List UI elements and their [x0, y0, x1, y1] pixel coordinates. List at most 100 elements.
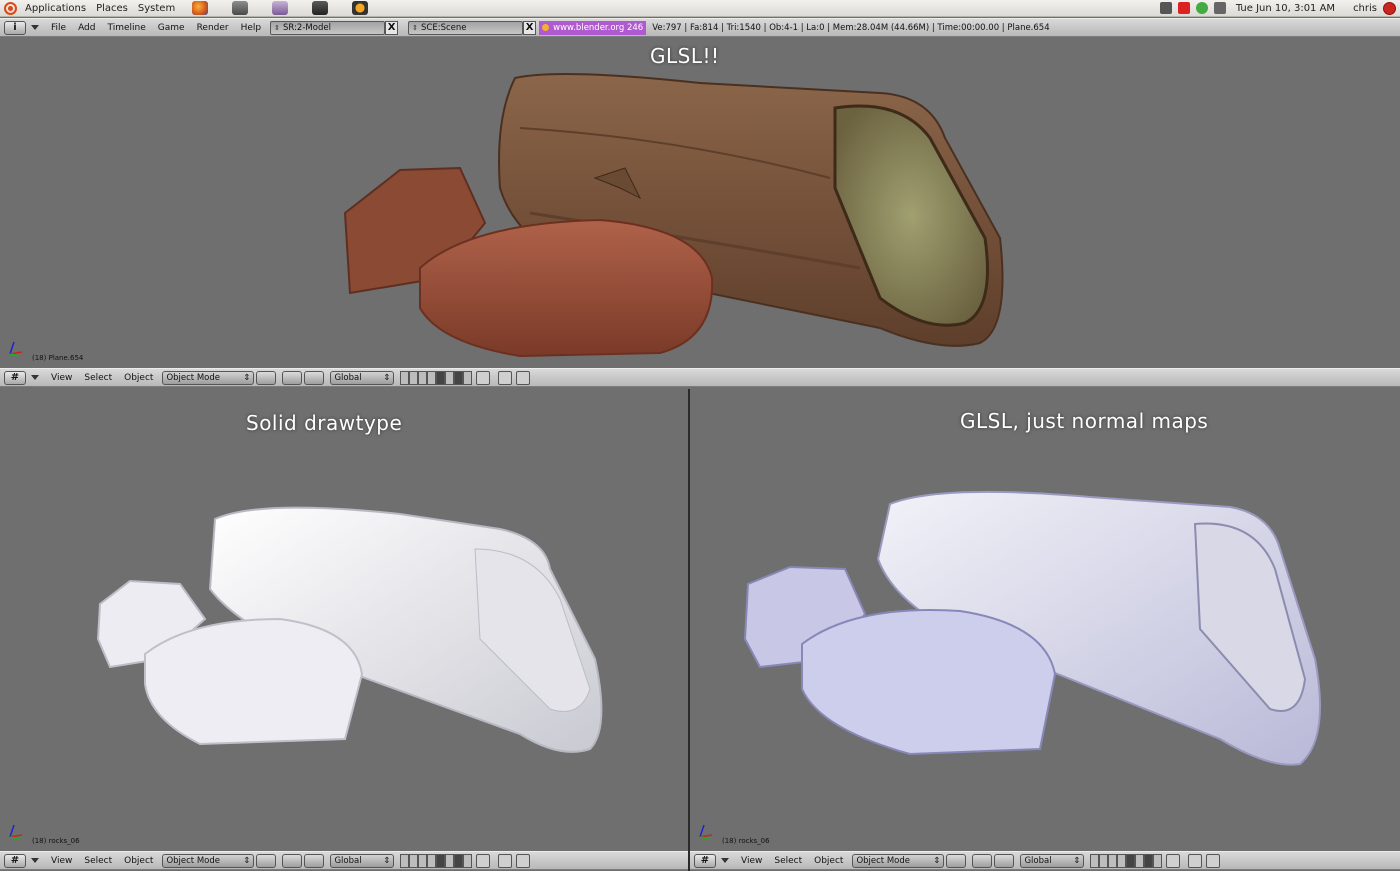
- updown-arrows-icon: ⇕: [243, 372, 251, 383]
- view3d-editor-type-button[interactable]: #: [4, 370, 26, 385]
- menu-select[interactable]: Select: [78, 856, 118, 866]
- object-mode-dropdown[interactable]: Object Mode ⇕: [162, 370, 255, 385]
- layer-buttons[interactable]: [400, 853, 473, 868]
- viewport-bottom-right-normal[interactable]: GLSL, just normal maps (18) rocks_06: [690, 389, 1400, 851]
- axis-gizmo-icon: [9, 341, 23, 357]
- object-mode-dropdown[interactable]: Object Mode ⇕: [162, 853, 255, 868]
- opengl-render-icon[interactable]: [498, 853, 513, 868]
- menu-view[interactable]: View: [45, 856, 78, 866]
- draw-type-button[interactable]: [256, 853, 277, 868]
- opengl-render-icon[interactable]: [1188, 853, 1203, 868]
- pidgin-launcher-icon[interactable]: [272, 1, 289, 15]
- orientation-label: Global: [334, 372, 362, 383]
- panel-user[interactable]: chris: [1353, 3, 1377, 14]
- delete-scene-button[interactable]: X: [523, 20, 537, 35]
- menu-timeline[interactable]: Timeline: [102, 23, 152, 33]
- display-icon[interactable]: [1213, 2, 1226, 14]
- axis-gizmo-icon: [9, 824, 23, 840]
- screen-name: SR:2-Model: [283, 22, 331, 33]
- normal-map-render-svg: [743, 490, 1321, 766]
- updown-arrows-icon: ⇕: [274, 23, 281, 32]
- menu-object[interactable]: Object: [118, 856, 159, 866]
- manipulator-button[interactable]: [304, 853, 325, 868]
- menu-view[interactable]: View: [45, 373, 78, 383]
- lock-icon[interactable]: [476, 370, 491, 385]
- view3d-header-bottom-right: # View Select Object Object Mode ⇕ Global…: [690, 851, 1400, 870]
- solid-render-svg: [96, 506, 603, 753]
- scene-selector[interactable]: ⇕ SCE:Scene: [408, 20, 524, 35]
- layer-buttons[interactable]: [400, 370, 473, 385]
- updown-arrows-icon: ⇕: [243, 855, 251, 866]
- blender-web-link[interactable]: www.blender.org 246: [539, 20, 647, 35]
- view3d-editor-type-button[interactable]: #: [4, 853, 26, 868]
- web-link-text: www.blender.org 246: [553, 22, 644, 33]
- draw-type-button[interactable]: [946, 853, 967, 868]
- menu-render[interactable]: Render: [191, 23, 235, 33]
- menu-game[interactable]: Game: [152, 23, 191, 33]
- manipulator-button[interactable]: [994, 853, 1015, 868]
- lock-icon[interactable]: [1166, 853, 1181, 868]
- mode-label: Object Mode: [856, 855, 910, 866]
- object-mode-dropdown[interactable]: Object Mode ⇕: [852, 853, 945, 868]
- updown-arrows-icon: ⇕: [383, 855, 391, 866]
- ubuntu-logo-icon[interactable]: [4, 1, 17, 15]
- render-icon[interactable]: [516, 370, 531, 385]
- glsl-render-svg: [343, 73, 1004, 358]
- menu-object[interactable]: Object: [808, 856, 849, 866]
- object-info: (18) Plane.654: [32, 354, 84, 362]
- menu-add[interactable]: Add: [72, 23, 101, 33]
- pivot-button[interactable]: [282, 853, 303, 868]
- view3d-header-bottom-left: # View Select Object Object Mode ⇕ Global…: [0, 851, 688, 870]
- render-icon[interactable]: [516, 853, 531, 868]
- power-icon[interactable]: [1383, 1, 1396, 15]
- pivot-button[interactable]: [282, 370, 303, 385]
- collapse-menu-triangle-icon[interactable]: [31, 858, 39, 863]
- gimp-launcher-icon[interactable]: [232, 1, 249, 15]
- orientation-dropdown[interactable]: Global ⇕: [330, 853, 395, 868]
- update-notifier-icon[interactable]: [1177, 2, 1190, 14]
- layer-buttons[interactable]: [1090, 853, 1163, 868]
- panel-menu-applications[interactable]: Applications: [20, 0, 91, 17]
- menu-select[interactable]: Select: [78, 373, 118, 383]
- draw-type-button[interactable]: [256, 370, 277, 385]
- orientation-dropdown[interactable]: Global ⇕: [330, 370, 395, 385]
- updown-arrows-icon: ⇕: [1073, 855, 1081, 866]
- collapse-menu-triangle-icon[interactable]: [31, 25, 39, 30]
- manipulator-button[interactable]: [304, 370, 325, 385]
- rhythmbox-launcher-icon[interactable]: [352, 1, 369, 15]
- solid-rock-large: [144, 617, 364, 746]
- orientation-dropdown[interactable]: Global ⇕: [1020, 853, 1085, 868]
- menu-view[interactable]: View: [735, 856, 768, 866]
- lock-icon[interactable]: [476, 853, 491, 868]
- view3d-editor-type-button[interactable]: #: [694, 853, 716, 868]
- view3d-header-top: # View Select Object Object Mode ⇕ Global…: [0, 368, 1400, 387]
- viewport-top-glsl[interactable]: GLSL!! (18) Plane.654: [0, 38, 1400, 368]
- screen-selector[interactable]: ⇕ SR:2-Model: [270, 20, 386, 35]
- terminal-launcher-icon[interactable]: [312, 1, 329, 15]
- info-editor-type-button[interactable]: i: [4, 20, 26, 35]
- opengl-render-icon[interactable]: [498, 370, 513, 385]
- panel-menu-system[interactable]: System: [133, 0, 180, 17]
- menu-help[interactable]: Help: [235, 23, 268, 33]
- volume-icon[interactable]: [1159, 2, 1172, 14]
- panel-clock[interactable]: Tue Jun 10, 3:01 AM: [1236, 3, 1335, 14]
- updown-arrows-icon: ⇕: [933, 855, 941, 866]
- menu-file[interactable]: File: [45, 23, 72, 33]
- mode-label: Object Mode: [166, 855, 220, 866]
- axis-gizmo-icon: [699, 824, 713, 840]
- firefox-launcher-icon[interactable]: [192, 1, 209, 15]
- pivot-button[interactable]: [972, 853, 993, 868]
- updown-arrows-icon: ⇕: [383, 372, 391, 383]
- menu-object[interactable]: Object: [118, 373, 159, 383]
- system-tray: Tue Jun 10, 3:01 AM chris: [1159, 1, 1400, 15]
- network-icon[interactable]: [1195, 2, 1208, 14]
- delete-screen-button[interactable]: X: [385, 20, 399, 35]
- collapse-menu-triangle-icon[interactable]: [31, 375, 39, 380]
- collapse-menu-triangle-icon[interactable]: [721, 858, 729, 863]
- render-icon[interactable]: [1206, 853, 1221, 868]
- viewport-bottom-left-solid[interactable]: Solid drawtype (18) rocks_06: [0, 389, 688, 851]
- panel-menu-places[interactable]: Places: [91, 0, 133, 17]
- menu-select[interactable]: Select: [768, 856, 808, 866]
- orientation-label: Global: [334, 855, 362, 866]
- scene-name: SCE:Scene: [421, 22, 467, 33]
